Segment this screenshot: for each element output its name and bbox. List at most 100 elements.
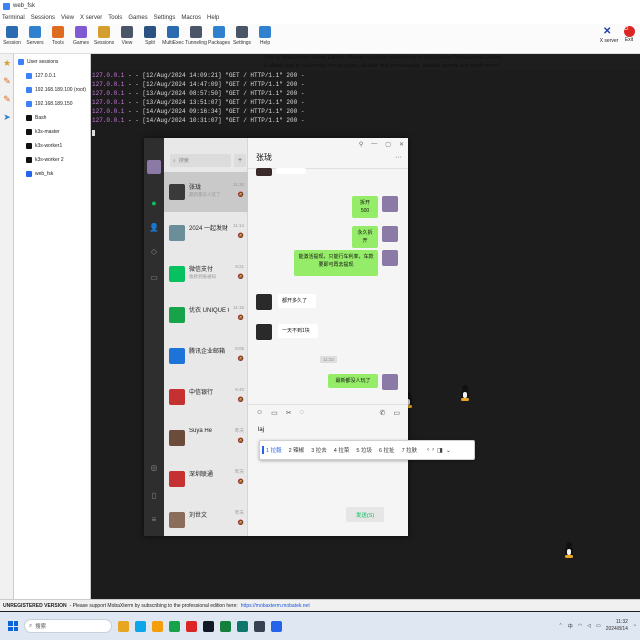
- chevron-right-icon[interactable]: ›: [432, 447, 434, 453]
- voice-call-icon[interactable]: ✆: [380, 409, 386, 417]
- chat-list-item[interactable]: 优衣 UNIQUE C... 11:15 🔕: [164, 295, 248, 335]
- toolbar-session-button[interactable]: Session: [2, 24, 22, 46]
- toolbar-tools-button[interactable]: Tools: [48, 24, 68, 46]
- favorites-nav-icon[interactable]: ◇: [149, 246, 159, 256]
- ime-candidate[interactable]: 1 拉毅: [262, 446, 282, 454]
- sent-message[interactable]: 能激活提现，只能行车利率，车款要即可再去提现: [294, 250, 378, 276]
- contacts-nav-icon[interactable]: 👤: [149, 222, 159, 232]
- typed-text[interactable]: laj: [258, 427, 264, 433]
- my-avatar[interactable]: [147, 160, 161, 174]
- maximize-icon[interactable]: ▢: [385, 141, 391, 148]
- message-input-area[interactable]: ☺ ▭ ✂ ◌ ✆ ▭ laj 发送(S): [248, 404, 408, 536]
- ime-indicator[interactable]: 中: [568, 623, 573, 630]
- chat-nav-icon[interactable]: ●: [149, 198, 159, 208]
- toolbar-split-button[interactable]: Split: [140, 24, 160, 46]
- phone-nav-icon[interactable]: ▯: [149, 490, 159, 500]
- ime-candidate[interactable]: 5 垃圾: [356, 446, 372, 454]
- toolbar-games-button[interactable]: Games: [71, 24, 91, 46]
- sent-message[interactable]: 最新都没人玩了: [328, 374, 378, 388]
- contact-avatar[interactable]: [256, 324, 272, 340]
- toolbar-multiexec-button[interactable]: MultiExec: [162, 24, 184, 46]
- ime-candidate[interactable]: 3 拉去: [311, 446, 327, 454]
- video-call-icon[interactable]: ▭: [393, 409, 400, 417]
- clock[interactable]: 11:32 2024/8/14: [606, 619, 628, 633]
- battery-icon[interactable]: ▭: [596, 623, 601, 629]
- chat-list-item[interactable]: 深圳联通 昨天 🔕: [164, 459, 248, 499]
- chat-history-icon[interactable]: ◌: [300, 409, 304, 417]
- mobaxterm-link[interactable]: https://mobaxterm.mobatek.net: [241, 603, 310, 609]
- taskbar-app-icon[interactable]: [135, 620, 146, 632]
- add-button[interactable]: +: [234, 154, 246, 167]
- menu-help[interactable]: Help: [207, 15, 219, 21]
- chevron-down-icon[interactable]: ⌄: [446, 447, 451, 454]
- toolbar-tunneling-button[interactable]: Tunneling: [185, 24, 207, 46]
- taskbar-app-icon[interactable]: [220, 620, 231, 632]
- taskbar-app-icon[interactable]: [152, 620, 163, 632]
- sent-message[interactable]: 拆开500: [352, 196, 378, 218]
- ime-candidate[interactable]: 6 拉扯: [379, 446, 395, 454]
- send-button[interactable]: 发送(S): [346, 507, 384, 522]
- menu-games[interactable]: Games: [128, 15, 147, 21]
- my-avatar[interactable]: [382, 250, 398, 266]
- ime-candidate[interactable]: 4 拉菜: [334, 446, 350, 454]
- session-item[interactable]: 192.168.189.150: [14, 97, 90, 111]
- sent-message[interactable]: 永久拆开: [352, 226, 378, 248]
- chat-list-item[interactable]: 张珑 11:32 最新都没人玩了 🔕: [164, 172, 248, 212]
- menu-macros[interactable]: Macros: [181, 15, 201, 21]
- menu-view[interactable]: View: [61, 15, 74, 21]
- emoji-icon[interactable]: ☺: [256, 409, 263, 417]
- taskbar-app-icon[interactable]: [254, 620, 265, 632]
- start-icon[interactable]: [8, 621, 18, 631]
- chevron-left-icon[interactable]: ‹: [427, 447, 429, 453]
- chat-list-item[interactable]: Suya He 昨天 🔕: [164, 418, 248, 458]
- sftp-icon[interactable]: ➤: [0, 108, 14, 126]
- tools-icon[interactable]: ✎: [0, 72, 14, 90]
- taskbar-app-icon[interactable]: [237, 620, 248, 632]
- taskbar-app-icon[interactable]: [186, 620, 197, 632]
- session-item[interactable]: 127.0.0.1: [14, 69, 90, 83]
- my-avatar[interactable]: [382, 196, 398, 212]
- scissors-icon[interactable]: ✂: [286, 409, 292, 417]
- macros-icon[interactable]: ✎: [0, 90, 14, 108]
- more-options-icon[interactable]: ···: [395, 154, 402, 161]
- menu-terminal[interactable]: Terminal: [2, 15, 25, 21]
- ime-candidate[interactable]: 7 拉肤: [402, 446, 418, 454]
- ime-settings-icon[interactable]: ◨: [437, 447, 443, 454]
- exit-button[interactable]: ⏻ Exit: [620, 26, 638, 43]
- session-item[interactable]: web_fsk: [14, 167, 90, 181]
- session-item[interactable]: k3s-worker1: [14, 139, 90, 153]
- session-item[interactable]: k3s-master: [14, 125, 90, 139]
- menu-xserver[interactable]: X server: [80, 15, 102, 21]
- toolbar-view-button[interactable]: View: [117, 24, 137, 46]
- chevron-up-icon[interactable]: ⌃: [559, 623, 563, 629]
- notification-icon[interactable]: ◔: [633, 623, 636, 629]
- sessions-root[interactable]: User sessions: [14, 55, 90, 69]
- menu-nav-icon[interactable]: ≡: [149, 514, 159, 524]
- close-icon[interactable]: ✕: [399, 141, 404, 148]
- toolbar-help-button[interactable]: Help: [255, 24, 275, 46]
- received-message[interactable]: 一天不到1块: [278, 324, 318, 338]
- folder-icon[interactable]: ▭: [271, 409, 278, 417]
- taskbar-search[interactable]: ⌕ 搜索: [24, 619, 112, 633]
- my-avatar[interactable]: [382, 226, 398, 242]
- received-message[interactable]: 都开多久了: [278, 294, 316, 308]
- chat-list-item[interactable]: 2024 一起发财 11:14 🔕: [164, 213, 248, 253]
- toolbar-settings-button[interactable]: Settings: [232, 24, 252, 46]
- chat-list-item[interactable]: 刘世文 昨天 🔕: [164, 500, 248, 536]
- session-item[interactable]: Bash: [14, 111, 90, 125]
- taskbar-app-icon[interactable]: [118, 620, 129, 632]
- session-item[interactable]: 192.168.189.100 (root): [14, 83, 90, 97]
- taskbar-app-icon[interactable]: [203, 620, 214, 632]
- minimize-icon[interactable]: —: [371, 141, 377, 148]
- taskbar-app-icon[interactable]: [169, 620, 180, 632]
- session-item[interactable]: k3s-worker 2: [14, 153, 90, 167]
- taskbar-app-icon[interactable]: [271, 620, 282, 632]
- menu-sessions[interactable]: Sessions: [31, 15, 55, 21]
- wifi-icon[interactable]: ◠: [578, 623, 582, 629]
- pin-icon[interactable]: ⚲: [359, 141, 363, 148]
- star-icon[interactable]: ★: [0, 54, 14, 72]
- chat-list-item[interactable]: 腾讯企业邮箱 9:05 🔕: [164, 336, 248, 376]
- chat-list-item[interactable]: 中信银行 8:40 🔕: [164, 377, 248, 417]
- contact-avatar[interactable]: [256, 294, 272, 310]
- my-avatar[interactable]: [382, 374, 398, 390]
